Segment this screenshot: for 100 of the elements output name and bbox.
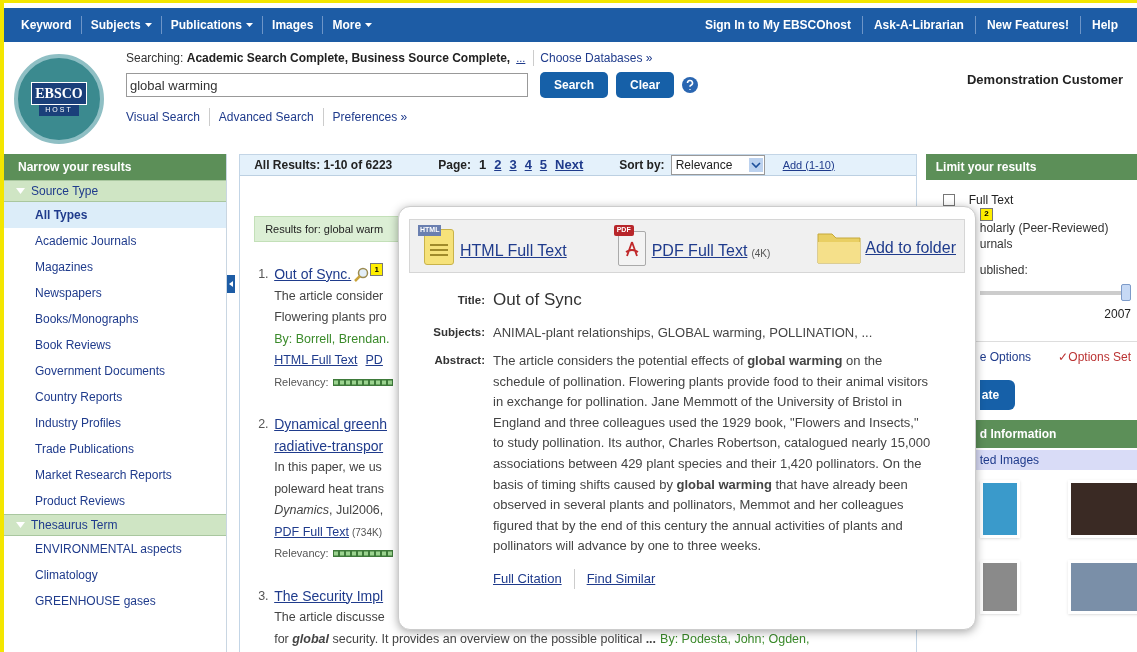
header-link[interactable]: Advanced Search bbox=[208, 108, 323, 126]
page-link[interactable]: 4 bbox=[524, 155, 532, 175]
caret-icon bbox=[144, 23, 152, 27]
result-snippet: Dynamics, Jul2006, bbox=[274, 502, 385, 519]
section-title: Thesaurus Term bbox=[31, 517, 118, 534]
full-text-link[interactable]: HTML Full Text bbox=[274, 350, 358, 372]
scholarly-label: urnals bbox=[979, 236, 1014, 252]
preview-link[interactable]: Full Citation bbox=[493, 569, 562, 589]
field-label: Abstract: bbox=[433, 353, 485, 369]
nav-link[interactable]: Help bbox=[1080, 16, 1129, 34]
relevancy-meter-drawing bbox=[332, 550, 393, 558]
preview-link[interactable]: Find Similar bbox=[573, 569, 656, 589]
preview-action-link[interactable]: PDF Full Text bbox=[651, 239, 748, 267]
nav-link[interactable]: Publications bbox=[160, 16, 263, 34]
full-text-checkbox[interactable] bbox=[942, 194, 955, 206]
filter-item[interactable]: Trade Publications bbox=[4, 436, 227, 462]
search-button[interactable]: Search bbox=[540, 72, 609, 98]
nav-link[interactable]: Sign In to My EBSCOhost bbox=[693, 16, 862, 34]
preview-action-link[interactable]: HTML Full Text bbox=[460, 239, 567, 267]
nav-link[interactable]: New Features! bbox=[974, 16, 1080, 34]
filter-item[interactable]: Book Reviews bbox=[4, 332, 227, 358]
limit-header: Limit your results bbox=[925, 154, 1137, 180]
section-header[interactable]: Thesaurus Term bbox=[4, 514, 227, 536]
section-title: Source Type bbox=[31, 183, 99, 200]
result-author: By: Borrell, Brendan. bbox=[274, 330, 391, 348]
file-size: (4K) bbox=[751, 247, 771, 261]
filter-item[interactable]: Books/Monographs bbox=[4, 306, 227, 332]
options-link[interactable]: e Options bbox=[979, 348, 1032, 366]
result-number: 1. bbox=[257, 266, 270, 283]
result-snippet: In this paper, we us bbox=[274, 459, 383, 476]
dropdown-icon bbox=[748, 158, 763, 172]
field-label: Title: bbox=[456, 293, 485, 308]
caret-icon bbox=[246, 23, 254, 27]
result-title-link[interactable]: Out of Sync. bbox=[274, 264, 352, 286]
filter-item[interactable]: Market Research Reports bbox=[4, 462, 227, 488]
nav-link[interactable]: Ask-A-Librarian bbox=[861, 16, 975, 34]
nav-link[interactable]: Images bbox=[262, 16, 323, 34]
collapse-handle[interactable] bbox=[227, 275, 236, 293]
update-button[interactable]: ate bbox=[979, 380, 1015, 410]
page-link[interactable]: 3 bbox=[509, 155, 517, 175]
field-label: Subjects: bbox=[432, 324, 485, 340]
preview-action-link[interactable]: Add to folder bbox=[865, 236, 956, 264]
result-number: 2. bbox=[257, 416, 270, 433]
filter-item[interactable]: Magazines bbox=[4, 254, 227, 280]
next-page-link[interactable]: Next bbox=[555, 155, 584, 175]
section-header[interactable]: Source Type bbox=[4, 180, 227, 202]
sidebar-header: Narrow your results bbox=[4, 154, 227, 180]
caret-icon bbox=[365, 23, 373, 27]
nav-link[interactable]: Subjects bbox=[80, 16, 161, 34]
header-link[interactable]: Preferences » bbox=[322, 108, 417, 126]
page-link[interactable]: 1 bbox=[478, 155, 487, 175]
add-results-link[interactable]: Add (1-10) bbox=[782, 156, 835, 174]
relevancy-meter-drawing bbox=[332, 378, 393, 386]
search-field[interactable]: global warming bbox=[126, 73, 528, 97]
header-link[interactable]: Visual Search bbox=[126, 108, 209, 126]
searching-text: Searching: Academic Search Complete, Business Source Complete, bbox=[126, 50, 511, 67]
page-label: Page: bbox=[438, 157, 471, 174]
options-set-label: ✓Options Set bbox=[1058, 349, 1131, 366]
preview-magnifier-icon[interactable] bbox=[354, 267, 371, 283]
nav-link[interactable]: More bbox=[322, 16, 382, 34]
result-snippet: poleward heat trans bbox=[274, 480, 385, 498]
sort-select[interactable]: Relevance bbox=[670, 155, 765, 175]
relevancy-label: Relevancy: bbox=[274, 374, 329, 390]
choose-databases-link[interactable]: Choose Databases » bbox=[540, 49, 653, 67]
results-count: All Results: 1-10 of 6223 bbox=[254, 157, 393, 174]
sort-label: Sort by: bbox=[619, 157, 665, 174]
field-value: ANIMAL-plant relationships, GLOBAL warming, POLLINATION, ... bbox=[493, 323, 874, 342]
filter-item[interactable]: ENVIRONMENTAL aspects bbox=[4, 536, 227, 562]
result-snippet: The article discusse bbox=[274, 609, 386, 626]
full-text-link[interactable]: PD bbox=[365, 350, 383, 372]
filter-item[interactable]: GREENHOUSE gases bbox=[4, 588, 227, 614]
result-snippet: The article consider bbox=[274, 287, 385, 305]
filter-item[interactable]: Newspapers bbox=[4, 280, 227, 306]
logo-text: EBSCO bbox=[31, 82, 87, 106]
result-author: By: Podesta, John; Ogden, bbox=[660, 630, 810, 648]
user-name: Demonstration Customer bbox=[966, 71, 1123, 89]
date-slider-thumb[interactable] bbox=[1121, 284, 1131, 301]
page-link[interactable]: 5 bbox=[539, 155, 548, 175]
year-label: 2007 bbox=[1104, 306, 1131, 323]
page-link[interactable]: 2 bbox=[494, 155, 502, 175]
filter-item[interactable]: Climatology bbox=[4, 562, 227, 588]
result-title-link[interactable]: The Security Impl bbox=[274, 585, 384, 607]
filter-item[interactable]: Academic Journals bbox=[4, 228, 227, 254]
help-icon[interactable] bbox=[682, 77, 699, 93]
note-badge: 2 bbox=[980, 207, 993, 221]
result-title-link[interactable]: Dynamical greenh bbox=[274, 414, 387, 436]
clear-button[interactable]: Clear bbox=[616, 72, 675, 98]
filter-item[interactable]: All Types bbox=[4, 202, 227, 228]
filter-item[interactable]: Product Reviews bbox=[4, 488, 227, 514]
filter-item[interactable]: Industry Profiles bbox=[4, 410, 227, 436]
result-number: 3. bbox=[257, 587, 270, 605]
full-text-link[interactable]: PDF Full Text bbox=[274, 521, 349, 543]
result-title-link[interactable]: radiative-transpor bbox=[274, 435, 387, 457]
photo-placeholder[interactable] bbox=[1068, 480, 1137, 538]
article-title: Out of Sync bbox=[493, 289, 583, 311]
nav-link[interactable]: Keyword bbox=[12, 16, 81, 34]
filter-item[interactable]: Country Reports bbox=[4, 384, 227, 410]
filter-item[interactable]: Government Documents bbox=[4, 358, 227, 384]
more-databases-link[interactable]: ... bbox=[516, 49, 535, 67]
date-slider[interactable] bbox=[979, 284, 1131, 301]
